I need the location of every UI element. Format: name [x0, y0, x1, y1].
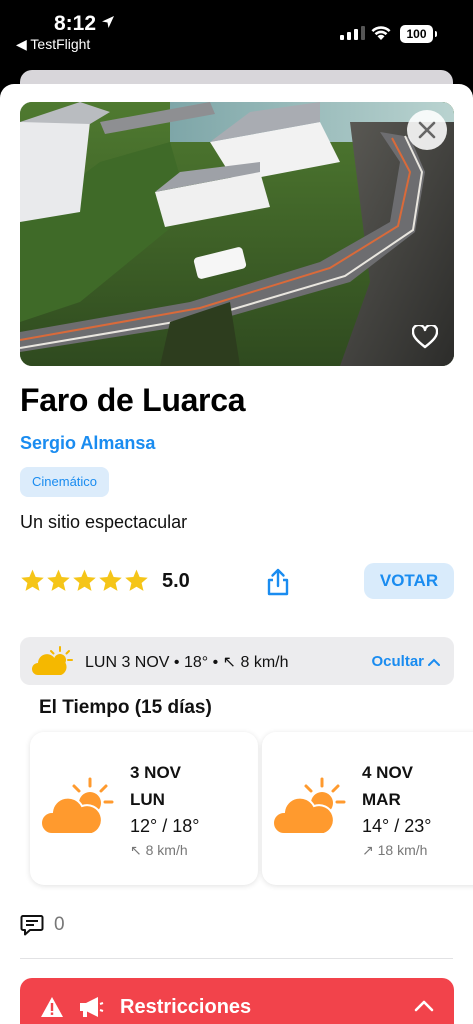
chevron-up-icon — [428, 658, 440, 667]
author-link[interactable]: Sergio Almansa — [20, 433, 155, 454]
comment-icon — [20, 915, 44, 936]
status-time: 8:12 — [54, 12, 97, 35]
place-photo — [20, 102, 454, 366]
lighthouse-road-photo — [20, 102, 454, 366]
restrictions-section-header[interactable]: Restricciones — [20, 978, 454, 1024]
divider — [20, 958, 453, 959]
battery-indicator: 100 — [400, 25, 437, 43]
forecast-wind: ↖ 8 km/h — [130, 842, 188, 858]
weather-summary-text: LUN 3 NOV • 18° • ↖ 8 km/h — [85, 654, 289, 671]
forecast-temperature: 12° / 18° — [130, 816, 200, 836]
share-icon — [267, 568, 289, 596]
close-icon — [418, 121, 436, 139]
place-title: Faro de Luarca — [20, 382, 246, 418]
star-rating — [20, 568, 149, 593]
vote-button[interactable]: VOTAR — [364, 563, 454, 599]
forecast-date: 4 NOV — [362, 763, 414, 782]
forecast-title: El Tiempo (15 días) — [39, 697, 212, 718]
forecast-day-card: 3 NOV LUN 12° / 18° ↖ 8 km/h — [30, 732, 258, 885]
location-arrow-icon — [102, 16, 114, 28]
forecast-temperature: 14° / 23° — [362, 816, 432, 836]
rating-value: 5.0 — [162, 570, 190, 592]
forecast-weekday: LUN — [130, 790, 165, 809]
category-tag: Cinemático — [20, 467, 110, 497]
place-detail-sheet: Faro de Luarca Sergio Almansa Cinemático… — [0, 84, 473, 1024]
partly-sunny-icon — [32, 646, 73, 675]
restrictions-label: Restricciones — [120, 996, 252, 1018]
forecast-wind: ↗ 18 km/h — [362, 842, 428, 858]
hide-weather-label: Ocultar — [371, 653, 424, 670]
status-bar: 8:12 ◀ TestFlight 100 — [0, 0, 473, 70]
close-button[interactable] — [407, 110, 447, 150]
chevron-up-icon — [414, 1000, 434, 1012]
star-icon — [21, 569, 44, 591]
comments-count: 0 — [54, 914, 65, 935]
comments-button[interactable]: 0 — [20, 914, 65, 936]
forecast-weekday: MAR — [362, 790, 401, 809]
hide-weather-button[interactable]: Ocultar — [371, 653, 440, 670]
forecast-date: 3 NOV — [130, 763, 182, 782]
cellular-signal-icon — [340, 26, 365, 40]
back-to-app-link[interactable]: ◀ TestFlight — [16, 36, 90, 53]
heart-icon — [412, 325, 438, 349]
partly-sunny-icon — [40, 777, 114, 835]
partly-sunny-icon — [272, 777, 346, 835]
star-icon — [125, 569, 148, 591]
star-icon — [73, 569, 96, 591]
share-button[interactable] — [265, 568, 291, 596]
warning-icon — [41, 997, 63, 1017]
megaphone-icon — [80, 997, 104, 1017]
forecast-day-card: 4 NOV MAR 14° / 23° ↗ 18 km/h — [262, 732, 473, 885]
favorite-button[interactable] — [410, 322, 440, 352]
star-icon — [99, 569, 122, 591]
weather-summary-bar[interactable]: LUN 3 NOV • 18° • ↖ 8 km/h Ocultar — [20, 637, 454, 685]
wifi-icon — [371, 26, 391, 40]
star-icon — [47, 569, 70, 591]
place-description: Un sitio espectacular — [20, 512, 188, 532]
